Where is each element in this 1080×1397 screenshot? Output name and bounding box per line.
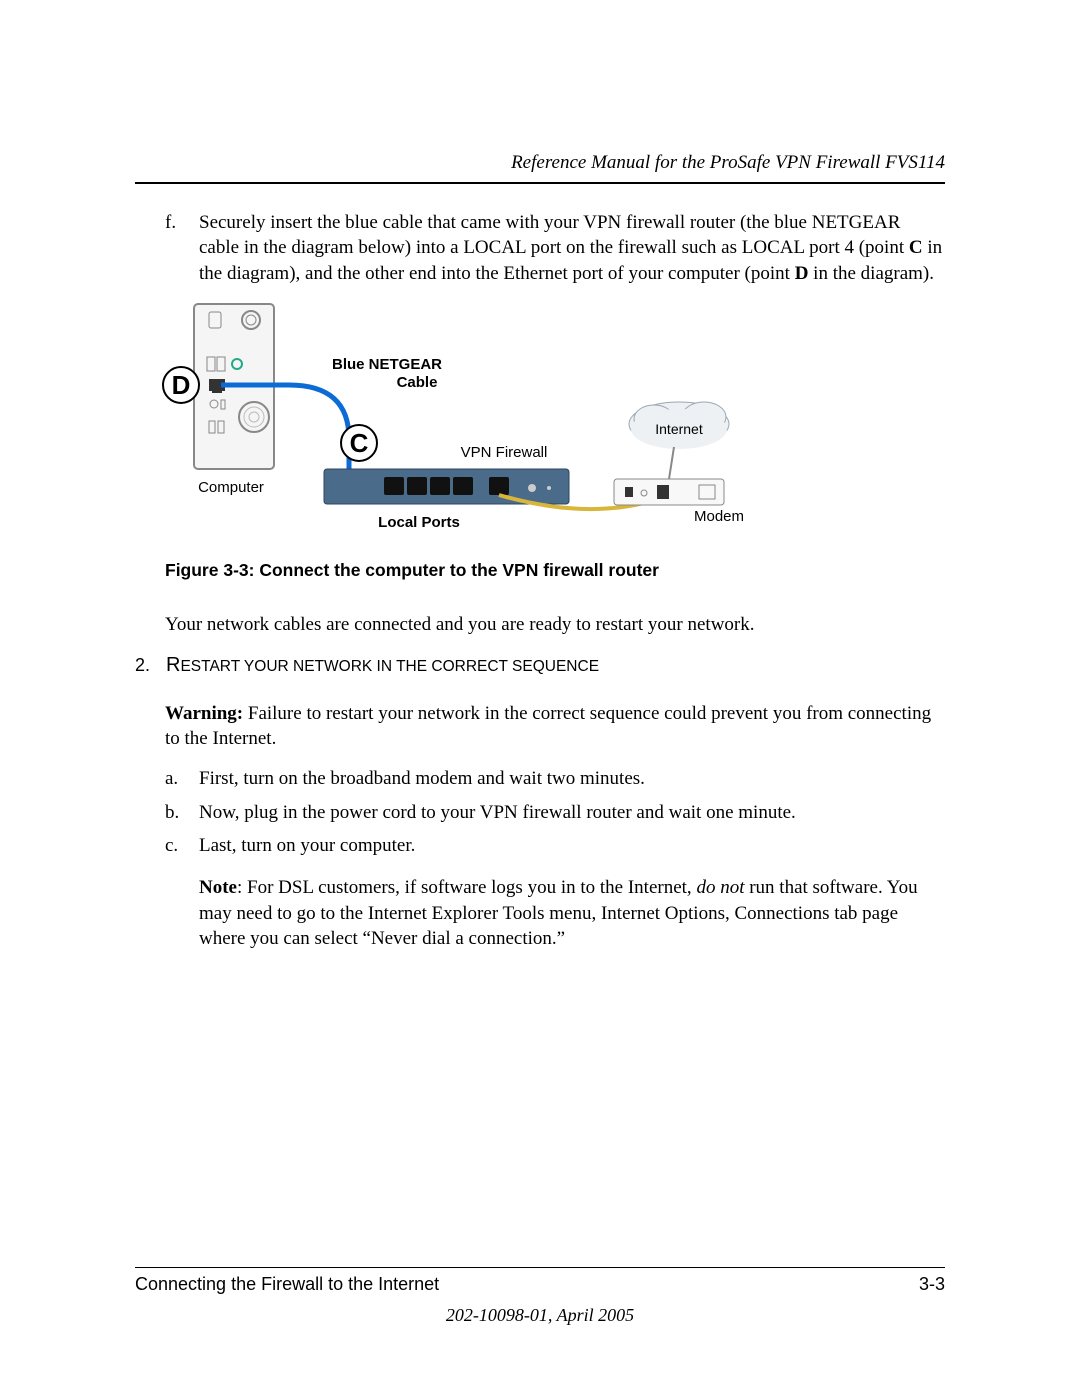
warning-label: Warning:	[165, 703, 243, 724]
footer-section: Connecting the Firewall to the Internet	[135, 1272, 439, 1296]
page-footer: Connecting the Firewall to the Internet …	[135, 1267, 945, 1327]
heading-rest: ESTART YOUR NETWORK IN THE CORRECT SEQUE…	[180, 658, 599, 675]
point-d-ref: D	[795, 263, 809, 284]
figure-3-3: Computer D Blue NETGEAR Cable C VPN Fire…	[159, 299, 945, 539]
heading-first-letter: R	[166, 654, 180, 676]
note-spacer	[165, 875, 199, 952]
marker-d: D	[172, 370, 191, 400]
footer-rule	[135, 1267, 945, 1268]
header-rule	[135, 182, 945, 184]
modem-icon	[614, 479, 724, 505]
list-marker: a.	[165, 766, 199, 792]
list-marker: b.	[165, 800, 199, 826]
list-marker: f.	[165, 210, 199, 287]
internet-label: Internet	[655, 421, 703, 437]
list-body: Last, turn on your computer.	[199, 833, 945, 859]
text: in the diagram).	[808, 263, 934, 284]
list-body: First, turn on the broadband modem and w…	[199, 766, 945, 792]
warning-paragraph: Warning: Failure to restart your network…	[165, 701, 945, 752]
list-marker: c.	[165, 833, 199, 859]
diagram-svg: Computer D Blue NETGEAR Cable C VPN Fire…	[159, 299, 749, 539]
modem-label: Modem	[694, 508, 744, 525]
warning-text: Failure to restart your network in the c…	[165, 703, 931, 750]
step-2-heading: 2. RESTART YOUR NETWORK IN THE CORRECT S…	[135, 652, 945, 679]
footer-page-number: 3-3	[919, 1272, 945, 1296]
point-c-ref: C	[909, 237, 923, 258]
list-item: c. Last, turn on your computer.	[165, 833, 945, 859]
marker-c: C	[350, 428, 369, 458]
computer-label: Computer	[198, 479, 264, 496]
step-2-number: 2.	[135, 653, 161, 677]
note-body: Note: For DSL customers, if software log…	[199, 875, 945, 952]
vpn-label: VPN Firewall	[461, 444, 548, 461]
footer-docid: 202-10098-01, April 2005	[135, 1303, 945, 1327]
list-item: a. First, turn on the broadband modem an…	[165, 766, 945, 792]
header-title: Reference Manual for the ProSafe VPN Fir…	[135, 150, 945, 176]
restart-steps-list: a. First, turn on the broadband modem an…	[165, 766, 945, 952]
cable-label-1: Blue NETGEAR	[332, 356, 442, 373]
internet-link	[669, 447, 674, 479]
page: Reference Manual for the ProSafe VPN Fir…	[0, 0, 1080, 1397]
note-emphasis: do not	[696, 877, 744, 898]
text: Securely insert the blue cable that came…	[199, 212, 909, 259]
local-ports-label: Local Ports	[378, 514, 460, 531]
transition-text: Your network cables are connected and yo…	[165, 612, 945, 638]
list-body: Securely insert the blue cable that came…	[199, 210, 945, 287]
note-block: Note: For DSL customers, if software log…	[165, 875, 945, 952]
note-pre: : For DSL customers, if software logs yo…	[237, 877, 696, 898]
list-item-f: f. Securely insert the blue cable that c…	[165, 210, 945, 287]
list-item: b. Now, plug in the power cord to your V…	[165, 800, 945, 826]
figure-caption: Figure 3-3: Connect the computer to the …	[165, 559, 945, 583]
cable-label-2: Cable	[397, 374, 438, 391]
note-label: Note	[199, 877, 237, 898]
list-body: Now, plug in the power cord to your VPN …	[199, 800, 945, 826]
vpn-firewall-icon	[324, 469, 569, 504]
